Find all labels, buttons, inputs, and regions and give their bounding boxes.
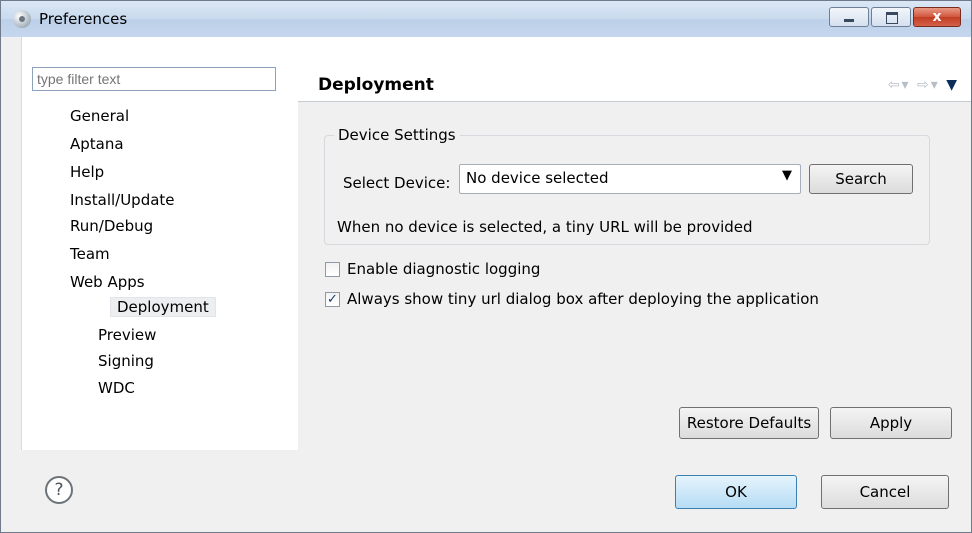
tiny-url-dialog-checkbox[interactable]: ✓	[325, 292, 340, 307]
device-select-value: No device selected	[466, 169, 609, 187]
tree-item-help[interactable]: Help	[70, 163, 104, 181]
forward-arrow-icon[interactable]: ⇨	[917, 77, 931, 93]
device-select[interactable]: No device selected ▼	[459, 164, 801, 194]
tree-item-wdc[interactable]: WDC	[98, 379, 135, 397]
window-title: Preferences	[39, 10, 128, 28]
close-button[interactable]: x	[913, 7, 961, 27]
history-navigation: ⇦▾ ⇨▾ ▼	[888, 77, 959, 93]
tiny-url-dialog-label: Always show tiny url dialog box after de…	[347, 290, 819, 308]
device-note: When no device is selected, a tiny URL w…	[337, 218, 753, 236]
tree-item-team[interactable]: Team	[70, 245, 110, 263]
tree-item-run-debug[interactable]: Run/Debug	[70, 217, 153, 235]
tree-item-deployment[interactable]: Deployment	[110, 297, 216, 317]
tree-item-signing[interactable]: Signing	[98, 352, 154, 370]
title-bar: Preferences x	[1, 1, 971, 37]
diagnostic-logging-checkbox[interactable]	[325, 262, 340, 277]
tree-item-general[interactable]: General	[70, 107, 129, 125]
device-settings-group: Device Settings Select Device: No device…	[324, 126, 930, 245]
help-icon[interactable]: ?	[45, 476, 73, 504]
restore-defaults-button[interactable]: Restore Defaults	[679, 407, 819, 439]
tree-item-install-update[interactable]: Install/Update	[70, 191, 175, 209]
tree-item-preview[interactable]: Preview	[98, 326, 156, 344]
apply-button[interactable]: Apply	[830, 407, 952, 439]
back-dropdown-icon[interactable]: ▾	[902, 77, 911, 93]
view-menu-icon[interactable]: ▼	[946, 77, 959, 93]
preference-tree-panel: General Aptana Help Install/Update Run/D…	[21, 37, 299, 450]
search-button[interactable]: Search	[809, 164, 913, 194]
maximize-button[interactable]	[871, 7, 911, 27]
diagnostic-logging-label: Enable diagnostic logging	[347, 260, 541, 278]
select-device-label: Select Device:	[343, 174, 451, 192]
forward-dropdown-icon[interactable]: ▾	[931, 77, 940, 93]
cancel-button[interactable]: Cancel	[821, 475, 949, 509]
device-settings-label: Device Settings	[334, 126, 460, 144]
ok-button[interactable]: OK	[675, 475, 797, 509]
app-icon	[13, 10, 31, 28]
dropdown-arrow-icon: ▼	[782, 168, 792, 183]
tree-item-web-apps[interactable]: Web Apps	[70, 273, 145, 291]
back-arrow-icon[interactable]: ⇦	[888, 77, 902, 93]
preferences-window: Preferences x General Aptana Help Instal…	[0, 0, 972, 533]
filter-input[interactable]	[32, 67, 276, 91]
page-header: Deployment ⇦▾ ⇨▾ ▼	[298, 37, 971, 102]
minimize-button[interactable]	[829, 7, 869, 27]
tree-item-aptana[interactable]: Aptana	[70, 135, 124, 153]
page-title: Deployment	[318, 75, 434, 95]
